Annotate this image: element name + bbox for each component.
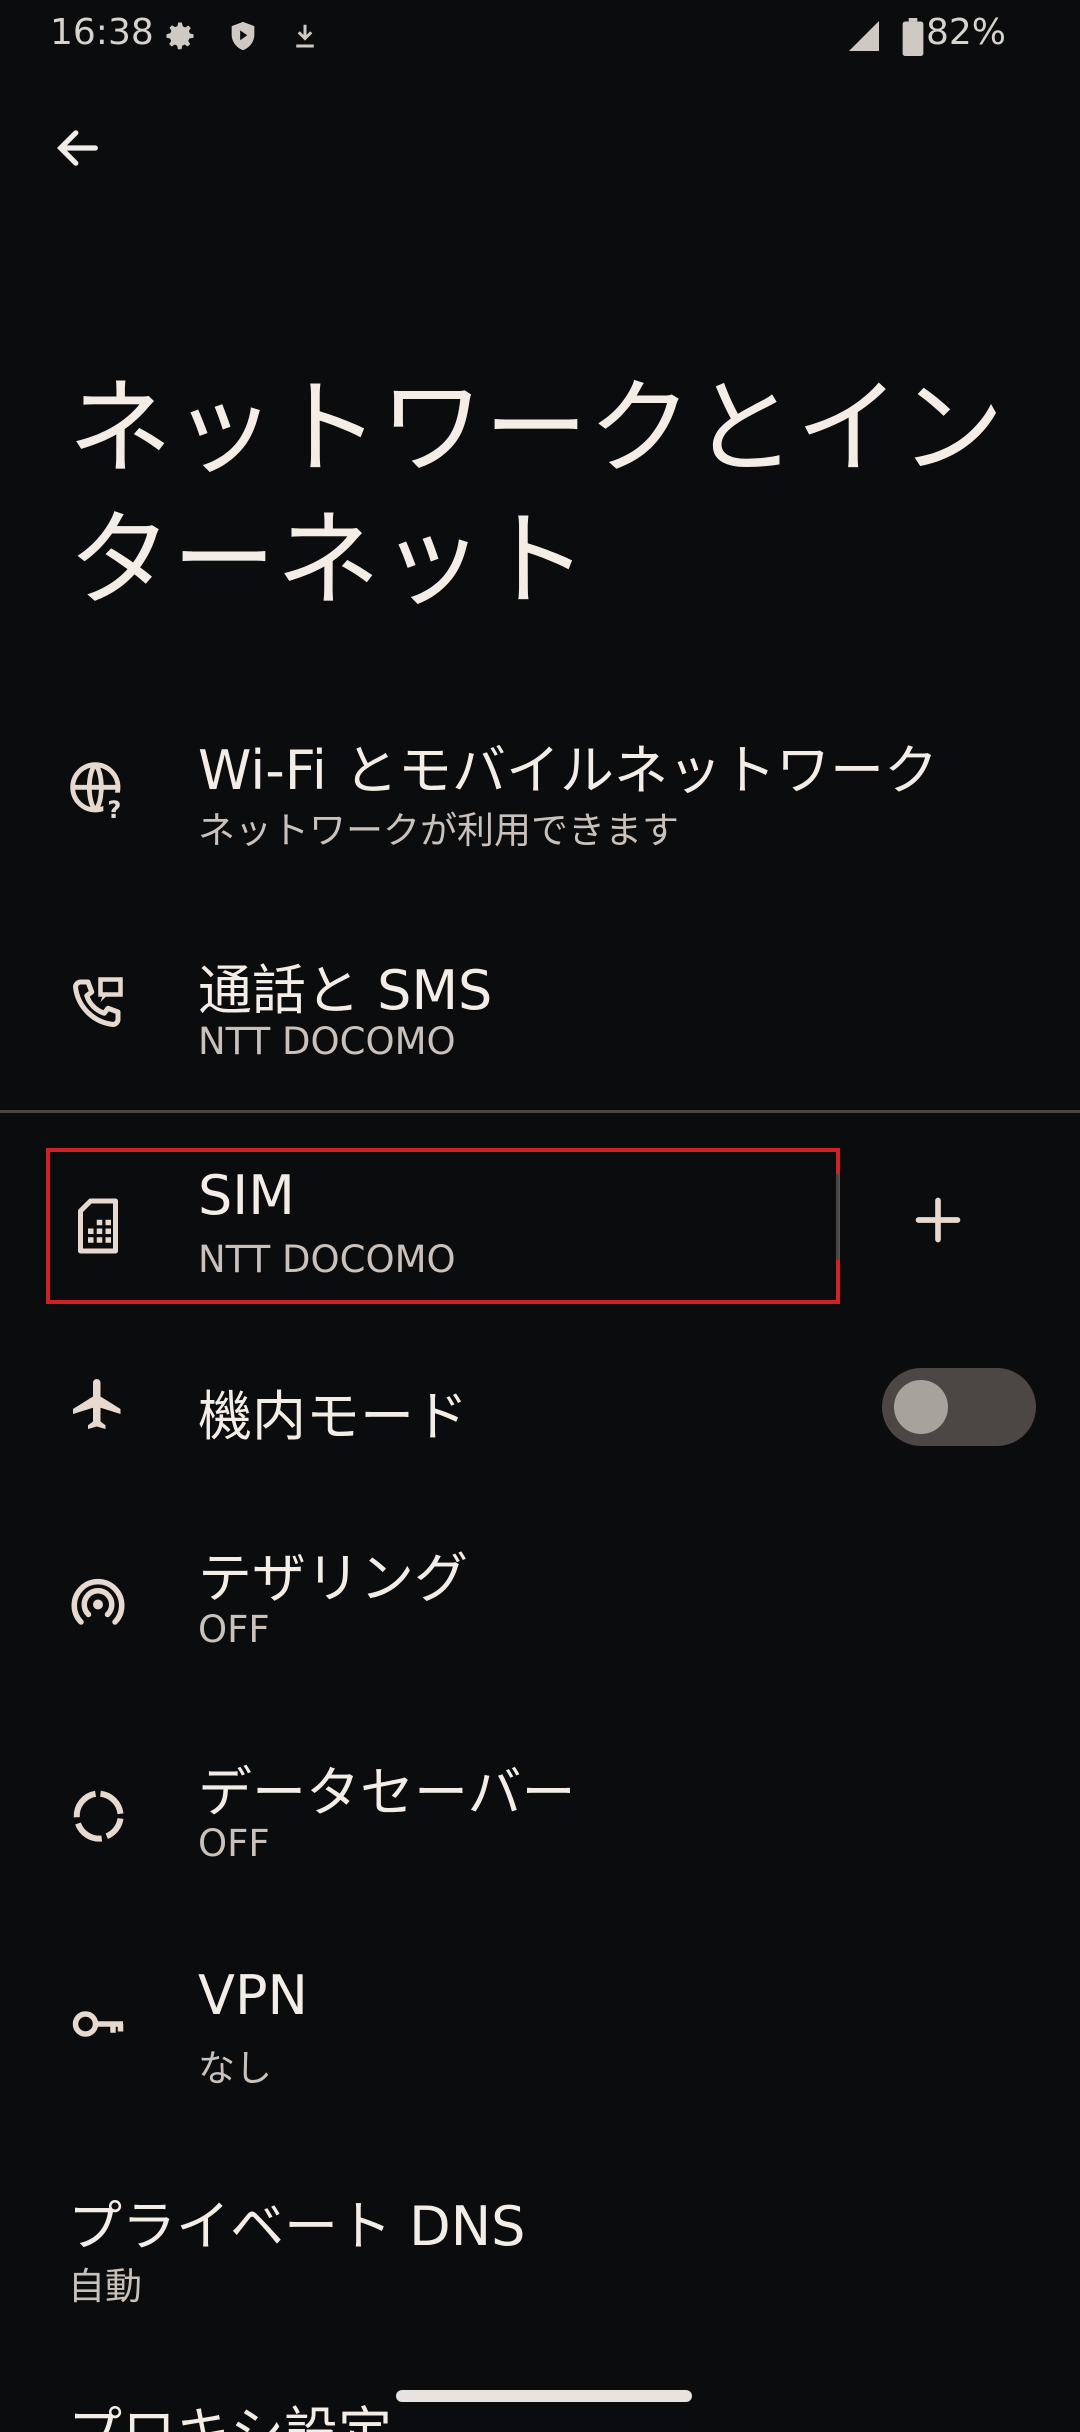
row-title: データセーバー: [198, 1761, 576, 1824]
status-bar: 16:38 82%: [0, 0, 1080, 72]
phone-message-icon: [66, 970, 130, 1034]
back-button[interactable]: [40, 110, 116, 186]
row-title: テザリング: [198, 1547, 468, 1610]
globe-question-icon: ?: [66, 758, 130, 822]
gear-icon: [162, 18, 198, 58]
proxy-settings-item[interactable]: プロキシ設定: [0, 2376, 1080, 2432]
data-saver-icon: [66, 1784, 130, 1848]
section-divider: [0, 1110, 1080, 1113]
hotspot-icon: [66, 1570, 130, 1634]
page-title: ネットワークとインターネット: [68, 367, 1005, 621]
row-subtitle: 自動: [68, 2265, 142, 2308]
calls-sms-item[interactable]: 通話と SMS NTT DOCOMO: [0, 930, 1080, 1090]
tethering-item[interactable]: テザリング OFF: [0, 1518, 1080, 1678]
key-icon: [66, 1992, 130, 2056]
row-subtitle: OFF: [198, 1822, 270, 1865]
arrow-left-icon: [56, 130, 98, 166]
row-title: Wi-Fi とモバイルネットワーク: [198, 739, 938, 802]
airplane-icon: [66, 1372, 130, 1436]
battery-icon: [902, 18, 924, 60]
add-sim-button[interactable]: [900, 1182, 976, 1258]
vertical-divider: [836, 1174, 839, 1260]
row-subtitle: なし: [198, 2047, 272, 2090]
row-title: 通話と SMS: [198, 959, 493, 1022]
row-subtitle: NTT DOCOMO: [198, 1020, 456, 1063]
svg-text:?: ?: [107, 796, 121, 822]
row-title: 機内モード: [198, 1385, 468, 1448]
row-subtitle: OFF: [198, 1608, 270, 1651]
plus-icon: [915, 1197, 961, 1243]
highlight-box: [46, 1148, 840, 1304]
vpn-item[interactable]: VPN なし: [0, 1948, 1080, 2108]
navigation-handle[interactable]: [396, 2390, 692, 2402]
airplane-mode-toggle[interactable]: [882, 1368, 1036, 1446]
row-title: プロキシ設定: [68, 2388, 392, 2432]
shield-icon: [226, 18, 260, 58]
private-dns-item[interactable]: プライベート DNS 自動: [0, 2166, 1080, 2326]
battery-percent: 82%: [925, 12, 1006, 53]
data-saver-item[interactable]: データセーバー OFF: [0, 1732, 1080, 1892]
wifi-mobile-network-item[interactable]: ? Wi-Fi とモバイルネットワーク ネットワークが利用できます: [0, 712, 1080, 872]
toggle-knob: [894, 1380, 948, 1434]
row-title: VPN: [198, 1964, 308, 2027]
download-icon: [290, 18, 320, 58]
status-time: 16:38: [50, 12, 154, 53]
row-subtitle: ネットワークが利用できます: [198, 809, 679, 852]
signal-icon: [846, 18, 882, 58]
row-title: プライベート DNS: [68, 2195, 526, 2258]
